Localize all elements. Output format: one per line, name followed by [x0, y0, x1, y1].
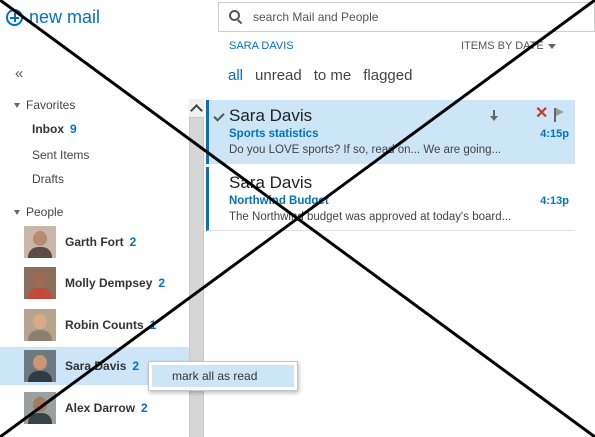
new-mail-button[interactable]: new mail: [6, 5, 100, 29]
message-sender: Sara Davis: [229, 106, 313, 125]
sidebar-item-drafts[interactable]: Drafts: [32, 172, 64, 186]
sort-label: ITEMS BY DATE: [461, 40, 544, 52]
person-item-robin-counts[interactable]: Robin Counts 1: [0, 306, 189, 344]
flag-icon[interactable]: [554, 108, 565, 122]
avatar: [24, 309, 56, 341]
check-icon[interactable]: [213, 110, 225, 122]
person-name: Garth Fort: [65, 235, 124, 249]
folder-title: SARA DAVIS: [229, 40, 294, 52]
unread-count: 9: [70, 122, 77, 136]
filter-unread[interactable]: unread: [255, 67, 302, 84]
search-box[interactable]: [218, 2, 595, 32]
message-subject: Northwind Budget: [229, 195, 329, 207]
sidebar-item-sent-items[interactable]: Sent Items: [32, 148, 89, 162]
menu-item-mark-all-as-read[interactable]: mark all as read: [152, 365, 294, 387]
message-preview: Do you LOVE sports? If so, read on... We…: [229, 144, 502, 156]
message-preview: The Northwind budget was approved at tod…: [229, 211, 512, 223]
chevron-down-icon: [547, 43, 556, 49]
people-label: People: [26, 205, 64, 219]
collapse-triangle-icon: [14, 209, 20, 215]
message-time: 4:13p: [540, 195, 569, 207]
avatar: [24, 267, 56, 299]
message-item[interactable]: Sara Davis ✕ Sports statistics 4:15p Do …: [206, 100, 575, 164]
filter-flagged[interactable]: flagged: [363, 67, 412, 84]
search-input[interactable]: [251, 9, 575, 25]
chevron-up-icon: [190, 103, 203, 117]
filter-to-me[interactable]: to me: [314, 67, 352, 84]
person-item-garth-fort[interactable]: Garth Fort 2: [0, 223, 189, 261]
filter-bar: all unread to me flagged: [228, 67, 412, 84]
message-time: 4:15p: [540, 128, 569, 140]
person-name: Alex Darrow: [65, 401, 136, 415]
person-name: Robin Counts: [65, 318, 144, 332]
message-sender: Sara Davis: [229, 173, 313, 192]
delete-x-icon[interactable]: ✕: [535, 106, 548, 122]
people-header[interactable]: People: [14, 205, 63, 219]
avatar: [24, 392, 56, 424]
plus-circle-icon: [6, 8, 23, 26]
filter-all[interactable]: all: [228, 67, 243, 84]
collapse-triangle-icon: [14, 102, 20, 108]
avatar: [24, 226, 56, 258]
message-subject: Sports statistics: [229, 128, 319, 140]
search-icon[interactable]: [229, 10, 243, 24]
unread-count: 2: [132, 359, 140, 373]
favorites-header[interactable]: Favorites: [14, 98, 75, 112]
sidebar-item-label: Inbox: [32, 122, 64, 136]
unread-count: 2: [129, 235, 137, 249]
sidebar-item-inbox[interactable]: Inbox 9: [32, 122, 77, 136]
new-mail-label: new mail: [29, 6, 101, 27]
message-item[interactable]: Sara Davis Northwind Budget 4:13p The No…: [206, 167, 575, 231]
sort-dropdown[interactable]: ITEMS BY DATE: [461, 40, 556, 52]
person-item-molly-dempsey[interactable]: Molly Dempsey 2: [0, 264, 189, 302]
context-menu: mark all as read: [148, 361, 298, 391]
collapse-nav-button[interactable]: «: [15, 65, 23, 82]
person-name: Sara Davis: [65, 359, 127, 373]
arrow-down-icon[interactable]: [490, 110, 498, 122]
unread-count: 2: [158, 276, 166, 290]
unread-count: 1: [149, 318, 157, 332]
scroll-up-button[interactable]: [189, 99, 204, 117]
unread-count: 2: [141, 401, 148, 415]
person-name: Molly Dempsey: [65, 276, 153, 290]
avatar: [24, 350, 56, 382]
person-item-alex-darrow[interactable]: Alex Darrow 2: [0, 389, 189, 427]
favorites-label: Favorites: [26, 98, 76, 112]
